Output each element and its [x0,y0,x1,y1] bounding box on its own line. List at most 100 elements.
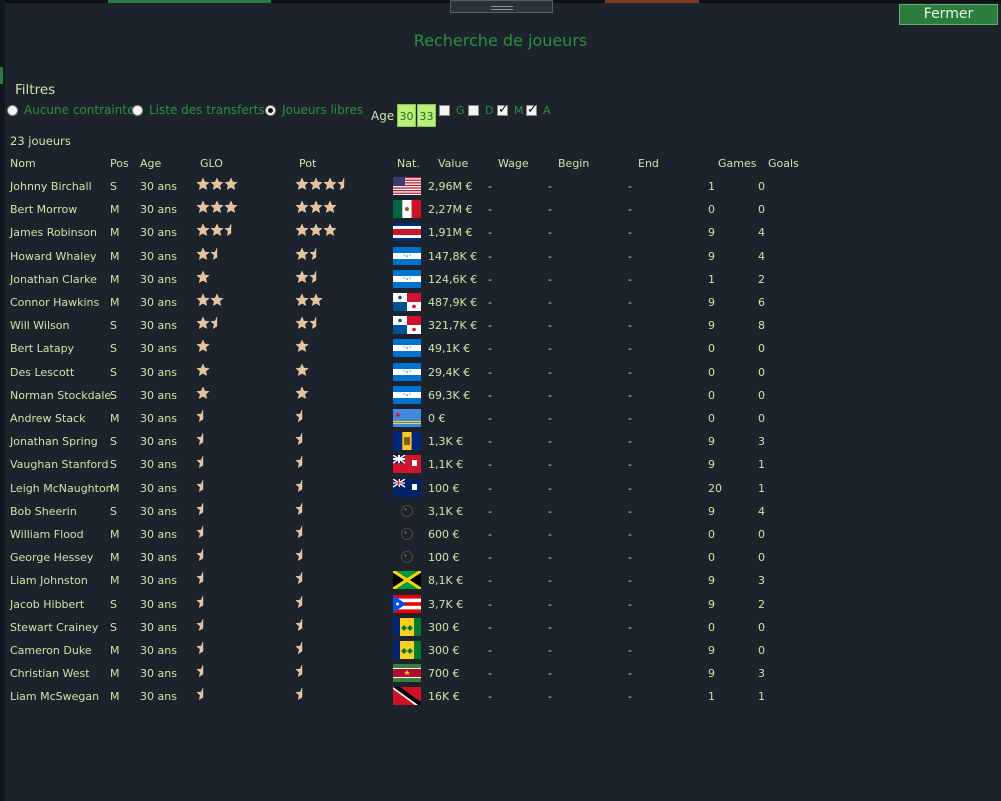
player-name[interactable]: Howard Whaley [10,250,96,263]
table-row[interactable]: Liam Johnston M 30 ans 8,1K € - - - 9 3 [0,570,1001,597]
top-tab-accent[interactable] [605,0,699,3]
col-header-wage[interactable]: Wage [498,157,529,170]
player-games: 0 [708,412,715,425]
table-row[interactable]: George Hessey M 30 ans 100 € - - - 0 0 [0,548,1001,574]
radio-transfer-list[interactable] [132,105,143,116]
player-name[interactable]: Connor Hawkins [10,296,99,309]
col-header-glo[interactable]: GLO [200,157,223,170]
age-min-field[interactable]: 30 [397,104,416,127]
table-row[interactable]: Howard Whaley M 30 ans 147,8K € - - -9 4 [0,246,1001,273]
col-header-pos[interactable]: Pos [110,157,129,170]
player-contract-end: - [628,203,632,217]
player-wage: - [488,226,492,240]
radio-no-constraint-label[interactable]: Aucune contrainte [24,103,134,117]
close-button[interactable]: Fermer [899,4,998,25]
player-contract-end: - [628,365,632,379]
player-name[interactable]: Jacob Hibbert [10,598,84,611]
table-row[interactable]: Christian West M 30 ans 700 € - - - 9 3 [0,664,1001,690]
checkbox-g[interactable] [439,105,450,116]
player-position: S [110,388,117,402]
player-name[interactable]: Bert Morrow [10,203,77,216]
player-name[interactable]: William Flood [10,528,84,541]
player-position: S [110,319,117,333]
radio-no-constraint[interactable] [7,105,18,116]
table-row[interactable]: Jonathan Spring S 30 ans 1,3K € - - - 9 3 [0,432,1001,458]
player-name[interactable]: James Robinson [10,226,97,239]
col-header-pot[interactable]: Pot [299,157,316,170]
table-row[interactable]: Will Wilson S 30 ans 321,7K € - - -9 8 [0,316,1001,342]
table-row[interactable]: Stewart Crainey S 30 ans 300 € - - - 0 0 [0,617,1001,644]
table-row[interactable]: Des Lescott S 30 ans 29,4K € - - - 0 0 [0,362,1001,389]
glo-rating-stars [196,525,210,543]
table-row[interactable]: Connor Hawkins M 30 ans 487,9K € - - -9 6 [0,293,1001,319]
player-name[interactable]: Will Wilson [10,319,69,332]
player-name[interactable]: Liam Johnston [10,574,88,587]
table-row[interactable]: Cameron Duke M 30 ans 300 € - - - 9 0 [0,641,1001,667]
player-value: 0 € [428,412,446,425]
player-value: 3,7K € [428,597,464,611]
col-header-goals[interactable]: Goals [768,157,799,170]
table-row[interactable]: Norman Stockdale S 30 ans 69,3K € - - - 0 0 [0,385,1001,412]
player-position: S [110,458,117,472]
col-header-end[interactable]: End [638,157,659,170]
table-row[interactable]: Bert Morrow M 30 ans 2,27M € - - - 0 0 [0,200,1001,226]
col-header-name[interactable]: Nom [10,157,36,170]
radio-transfer-list-label[interactable]: Liste des transferts [149,103,265,117]
player-goals: 0 [758,412,765,425]
col-header-age[interactable]: Age [140,157,161,170]
checkbox-d[interactable] [468,105,479,116]
player-games: 9 [708,296,715,309]
col-header-games[interactable]: Games [718,157,756,170]
player-name[interactable]: Leigh McNaughton [10,482,113,495]
table-row[interactable]: Andrew Stack M 30 ans 0 € - - - 0 0 [0,409,1001,435]
player-value: 8,1K € [428,574,464,588]
player-name[interactable]: Cameron Duke [10,644,92,657]
table-row[interactable]: Liam McSwegan M 30 ans 16K € - - - 1 1 [0,687,1001,713]
player-name[interactable]: Des Lescott [10,366,74,379]
checkbox-a[interactable] [526,102,538,117]
player-goals: 4 [758,226,765,240]
drag-handle[interactable] [450,0,553,13]
player-contract-begin: - [548,667,552,681]
age-max-field[interactable]: 33 [417,104,436,127]
table-row[interactable]: Bert Latapy S 30 ans 49,1K € - - - 0 0 [0,339,1001,365]
col-header-nat[interactable]: Nat. [397,157,420,170]
table-row[interactable]: James Robinson M 30 ans 1,91M € - - - 9 4 [0,223,1001,249]
player-name[interactable]: Johnny Birchall [10,180,92,193]
player-name[interactable]: Vaughan Stanford [10,458,108,471]
player-value: 3,1K € [428,504,464,518]
player-games: 9 [708,504,715,518]
player-name[interactable]: Jonathan Clarke [10,273,97,286]
player-name[interactable]: Liam McSwegan [10,690,99,703]
checkbox-m[interactable] [497,102,509,117]
player-position: S [110,435,117,449]
player-contract-begin: - [548,249,552,263]
player-name[interactable]: Bert Latapy [10,342,74,355]
table-row[interactable]: Jacob Hibbert S 30 ans 3,7K € - - - 9 2 [0,594,1001,621]
table-row[interactable]: Vaughan Stanford S 30 ans 1,1K € - - - 9 1 [0,454,1001,481]
table-row[interactable]: Johnny Birchall S 30 ans 2,96M € - - - 1 0 [0,177,1001,203]
player-name[interactable]: Norman Stockdale [10,389,111,402]
player-name[interactable]: Bob Sheerin [10,505,77,518]
table-row[interactable]: Leigh McNaughton M 30 ans 100 € - - - 20 1 [0,478,1001,505]
player-name[interactable]: Andrew Stack [10,412,85,425]
top-tab-active[interactable] [108,0,271,3]
player-name[interactable]: Stewart Crainey [10,621,98,634]
col-header-begin[interactable]: Begin [558,157,589,170]
table-row[interactable]: Jonathan Clarke M 30 ans 124,6K € - - -1 2 [0,269,1001,296]
col-header-value[interactable]: Value [438,157,468,170]
player-wage: - [488,481,492,495]
glo-rating-stars [196,293,224,311]
player-contract-begin: - [548,620,552,634]
player-name[interactable]: Jonathan Spring [10,435,98,448]
aruba-flag-icon [393,409,421,431]
potential-rating-stars [295,595,309,613]
table-row[interactable]: William Flood M 30 ans 600 € - - - 0 0 [0,525,1001,551]
radio-free-players-label[interactable]: Joueurs libres [282,103,363,117]
table-row[interactable]: Bob Sheerin S 30 ans 3,1K € - - - 9 4 [0,502,1001,528]
player-contract-end: - [628,412,632,425]
radio-free-players[interactable] [265,105,276,116]
player-name[interactable]: George Hessey [10,551,93,564]
player-contract-begin: - [548,574,552,588]
player-name[interactable]: Christian West [10,667,90,680]
